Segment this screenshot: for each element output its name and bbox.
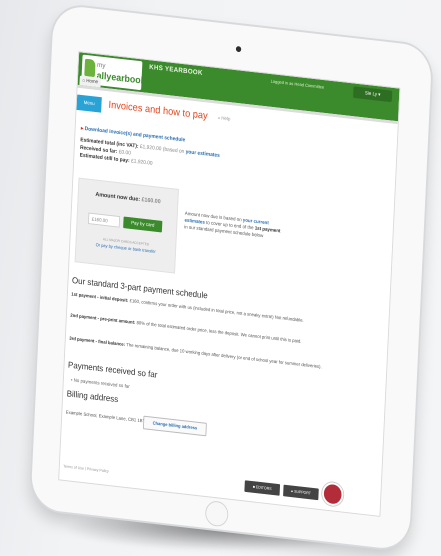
pdf-icon: ▸ [80,125,84,132]
amount-explanation: Amount now due is based on your current … [184,211,282,242]
bullet-icon: • [70,377,73,384]
editors-label: EDITORS [255,484,272,492]
no-payments-item: • No payments received so far [71,378,130,390]
no-payments-text: No payments received so far [73,377,130,390]
billing-address: Example School, Example Lane, CB1 1BY [65,410,146,425]
page-title: Invoices and how to pay [108,99,208,122]
top-link[interactable]: Logged in as Head Committee [271,79,325,90]
change-billing-button[interactable]: Change billing address [142,415,207,437]
logo-icon [84,58,96,78]
pay-by-card-button[interactable]: Pay by card [123,216,163,233]
home-button[interactable] [204,499,229,528]
estimated-total-suffix: (based on [162,146,185,155]
home-label: Home [86,78,99,86]
menu-button[interactable]: Menu [76,94,102,113]
received-value: £0.00 [118,149,131,157]
schedule-item-label: 3rd payment - final balance: [69,336,126,348]
app-title: KHS YEARBOOK [149,64,203,77]
amount-due: Amount now due: £160.00 [79,190,178,207]
tablet-screen: my allyearbooks KHS YEARBOOK Logged in a… [58,51,401,517]
support-label: SUPPORT [293,488,312,496]
chat-avatar[interactable] [321,481,344,507]
amount-input[interactable]: £160.00 [87,212,121,228]
user-menu-button[interactable]: Sie Ly ▾ [353,86,393,103]
tablet-device: my allyearbooks KHS YEARBOOK Logged in a… [2,4,439,551]
help-link[interactable]: » Help [217,115,230,122]
tablet-frame: my allyearbooks KHS YEARBOOK Logged in a… [30,4,433,551]
payments-received-heading: Payments received so far [67,359,158,380]
your-estimates-link[interactable]: your estimates [185,149,219,159]
amount-due-value: £160.00 [141,197,161,206]
schedule-item-text: 80% of the total estimated order price, … [136,321,302,345]
support-button[interactable]: ● SUPPORT [283,484,319,501]
home-icon: ⌂ [82,77,86,84]
schedule-item-label: 1st payment - initial deposit: [71,292,129,304]
editors-icon: ■ [252,484,256,490]
footer-links[interactable]: Terms of Use | Privacy Policy [63,464,109,474]
camera-icon [235,45,242,53]
support-icon: ● [290,488,294,494]
schedule-item-label: 2nd payment - pre-print amount: [70,313,136,326]
estimated-total-value: £1,920.00 [139,144,162,153]
schedule-item-text: £160, confirms your order with us (inclu… [129,299,304,324]
payment-box: Amount now due: £160.00 £160.00 Pay by c… [74,177,179,274]
schedule-item-text: The remaining balance, due 10 working da… [126,343,322,371]
billing-heading: Billing address [66,388,119,405]
still-to-pay-value: £1,920.00 [130,158,153,167]
amount-due-label: Amount now due: [95,192,141,203]
editors-button[interactable]: ■ EDITORS [244,480,281,496]
